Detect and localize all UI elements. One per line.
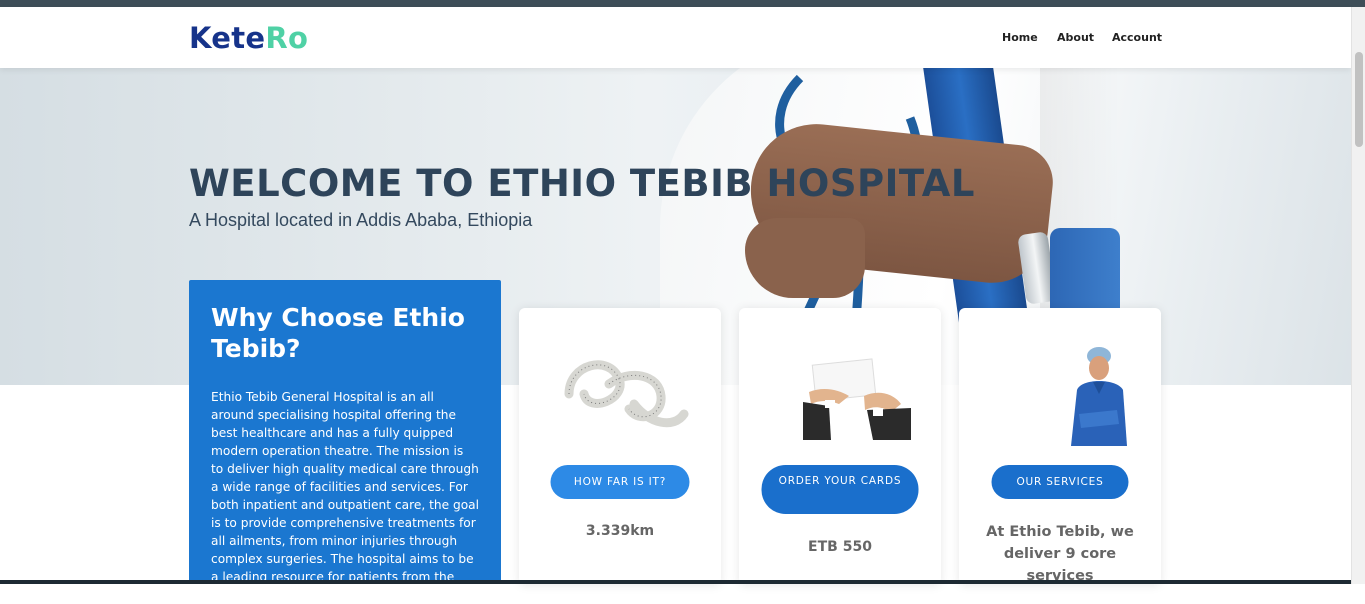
- order-cards-button[interactable]: ORDER YOUR CARDS: [761, 465, 919, 514]
- surgeon-image: [989, 334, 1131, 446]
- taskbar-edge: [0, 580, 1351, 584]
- why-choose-panel: Why Choose Ethio Tebib? Ethio Tebib Gene…: [189, 280, 501, 602]
- page-scrollbar[interactable]: [1351, 7, 1365, 584]
- services-card: OUR SERVICES At Ethio Tebib, we deliver …: [959, 308, 1161, 584]
- order-card: ORDER YOUR CARDS ETB 550: [739, 308, 941, 584]
- nav-about-link[interactable]: About: [1057, 31, 1094, 44]
- distance-value: 3.339km: [585, 523, 655, 539]
- nav-home-link[interactable]: Home: [1002, 31, 1038, 44]
- nav-account-link[interactable]: Account: [1112, 31, 1162, 44]
- hero-title: WELCOME TO ETHIO TEBIB HOSPITAL: [189, 162, 975, 205]
- business-card-hands-image: [769, 334, 911, 446]
- card-price-value: ETB 550: [808, 539, 872, 555]
- how-far-button[interactable]: HOW FAR IS IT?: [550, 465, 690, 499]
- why-body: Ethio Tebib General Hospital is an all a…: [211, 390, 480, 602]
- distance-card: HOW FAR IS IT? 3.339km: [519, 308, 721, 584]
- services-value: At Ethio Tebib, we deliver 9 core servic…: [986, 524, 1134, 584]
- our-services-button[interactable]: OUR SERVICES: [991, 465, 1129, 499]
- hero-subtitle: A Hospital located in Addis Ababa, Ethio…: [189, 210, 533, 230]
- navbar: KeteRo Home About Account: [0, 7, 1351, 68]
- brand-logo[interactable]: KeteRo: [189, 21, 308, 55]
- why-title: Why Choose Ethio Tebib?: [211, 303, 465, 363]
- measuring-tape-image: [549, 334, 691, 446]
- scrollbar-thumb[interactable]: [1355, 52, 1363, 147]
- browser-top-strip: [0, 0, 1365, 7]
